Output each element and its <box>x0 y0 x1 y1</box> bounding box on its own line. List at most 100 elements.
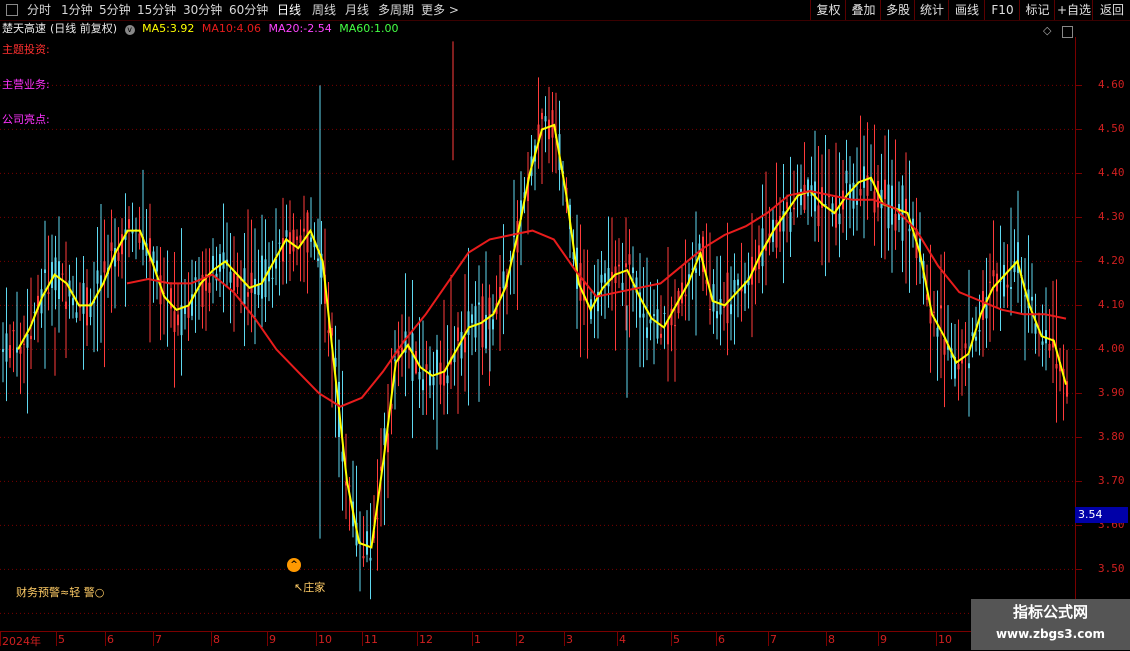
toolbar-button-0[interactable]: 复权 <box>810 0 846 20</box>
price-label: 4.10 <box>1098 298 1125 312</box>
toolbar-button-8[interactable]: 返回 <box>1092 0 1130 20</box>
candle-body <box>618 264 620 267</box>
date-tick <box>153 632 154 646</box>
ma-info-bar: 楚天高速 (日线 前复权) v MA5:3.92 MA10:4.06 MA20:-… <box>2 21 402 37</box>
candle-body <box>716 311 718 319</box>
candle-body <box>411 333 414 381</box>
candle-body <box>1041 341 1044 345</box>
candle-body <box>1031 296 1033 301</box>
price-label: 4.50 <box>1098 122 1125 136</box>
period-tab-0[interactable]: 分时 <box>27 0 51 20</box>
candle-body <box>649 319 652 324</box>
candlestick-chart[interactable] <box>0 37 1075 631</box>
period-tab-2[interactable]: 5分钟 <box>99 0 131 20</box>
date-label: 10 <box>938 633 952 646</box>
period-toolbar: 分时 1分钟 5分钟 15分钟 30分钟 60分钟 日线 周线 月线 多周期 更多 > 复权 叠加 多股统… <box>0 0 1130 21</box>
candle-body <box>250 272 253 293</box>
candle-body <box>905 198 907 213</box>
candle-body <box>803 184 806 210</box>
date-label: 9 <box>880 633 887 646</box>
period-tab-7[interactable]: 周线 <box>312 0 336 20</box>
candle-body <box>103 261 106 273</box>
toolbar-button-1[interactable]: 叠加 <box>845 0 881 20</box>
period-tab-9[interactable]: 多周期 <box>378 0 414 20</box>
candle-body <box>628 254 631 265</box>
toolbar-button-4[interactable]: 画线 <box>948 0 985 20</box>
ma20-label: MA20: <box>268 22 304 35</box>
ma5-value: 3.92 <box>169 22 195 35</box>
settings-icon[interactable]: v <box>124 25 135 35</box>
period-tab-1[interactable]: 1分钟 <box>61 0 93 20</box>
candle-body <box>502 271 505 289</box>
candle-body <box>243 268 246 305</box>
period-tab-4[interactable]: 30分钟 <box>183 0 222 20</box>
period-tab-3[interactable]: 15分钟 <box>137 0 176 20</box>
candle-body <box>968 363 970 369</box>
date-axis: 2024年 5 6 7 8 9 10 11 12 1 2 3 4 5 6 7 8 9 10 <box>0 631 1075 651</box>
candle-body <box>621 282 624 290</box>
date-tick <box>768 632 769 646</box>
candle-body <box>933 311 935 313</box>
candle-body <box>317 258 319 261</box>
candle-body <box>271 277 274 279</box>
candle-body <box>723 306 725 308</box>
candle-body <box>236 275 239 288</box>
candle-body <box>26 333 29 348</box>
date-tick <box>516 632 517 646</box>
date-label: 2 <box>518 633 525 646</box>
period-tab-10[interactable]: 更多 > <box>421 0 459 20</box>
period-tab-5[interactable]: 60分钟 <box>229 0 268 20</box>
ma5-line <box>17 123 1067 549</box>
panel-toggle-icon[interactable] <box>6 4 18 16</box>
candle-body <box>579 263 582 301</box>
date-tick <box>316 632 317 646</box>
candle-body <box>964 343 967 349</box>
candle-body <box>541 112 543 120</box>
candle-body <box>471 314 473 323</box>
stock-name: 楚天高速 <box>2 22 46 35</box>
toolbar-button-6[interactable]: 标记 <box>1019 0 1055 20</box>
date-tick <box>105 632 106 646</box>
candle-body <box>208 282 211 293</box>
price-label: 3.50 <box>1098 562 1125 576</box>
candle-body <box>460 331 463 359</box>
candle-body <box>51 262 53 288</box>
candle-body <box>800 188 802 206</box>
candle-body <box>282 238 284 262</box>
candle-body <box>891 185 893 225</box>
toolbar-button-3[interactable]: 统计 <box>914 0 949 20</box>
diamond-icon[interactable]: ◇ <box>1043 24 1051 37</box>
candle-body <box>47 292 50 294</box>
toolbar-button-2[interactable]: 多股 <box>880 0 915 20</box>
date-tick <box>56 632 57 646</box>
candle-body <box>793 207 795 210</box>
candle-body <box>838 213 841 225</box>
candle-body <box>604 273 606 283</box>
candle-body <box>292 229 295 252</box>
price-tick <box>1076 305 1082 307</box>
candle-body <box>478 302 480 305</box>
date-tick <box>826 632 827 646</box>
candle-body <box>730 304 732 315</box>
period-tab-6[interactable]: 日线 <box>277 0 301 20</box>
current-price-tag: 3.54 <box>1075 507 1128 523</box>
price-label: 3.80 <box>1098 430 1125 444</box>
date-tick <box>936 632 937 646</box>
candle-body <box>474 306 477 338</box>
candle-body <box>117 252 120 261</box>
price-tick <box>1076 261 1082 263</box>
candle-body <box>229 271 232 283</box>
candle-body <box>128 219 130 229</box>
toolbar-button-7[interactable]: +自选 <box>1054 0 1093 20</box>
date-tick <box>617 632 618 646</box>
date-label: 12 <box>419 633 433 646</box>
candle-body <box>989 281 991 283</box>
period-tab-8[interactable]: 月线 <box>345 0 369 20</box>
toolbar-button-5[interactable]: F10 <box>984 0 1020 20</box>
candle-body <box>75 312 78 318</box>
zhuang-label: ↖庄家 <box>294 581 326 594</box>
date-label: 10 <box>318 633 332 646</box>
date-tick <box>0 632 1 646</box>
price-label: 4.00 <box>1098 342 1125 356</box>
candle-body <box>296 236 298 241</box>
